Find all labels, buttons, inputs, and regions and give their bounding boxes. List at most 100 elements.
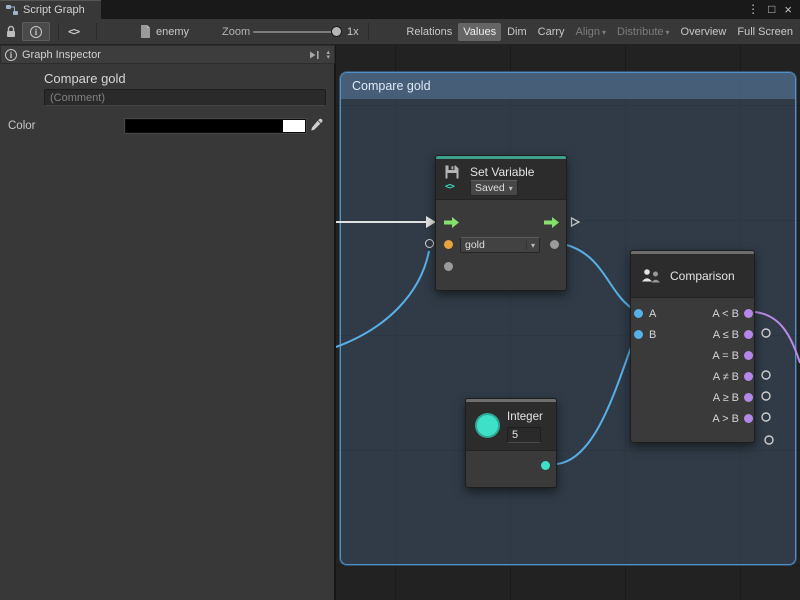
node-title: Comparison [670,269,735,283]
chevron-down-icon: ▾ [666,28,670,37]
output-label: A ≤ B [713,329,739,341]
node-set-variable[interactable]: <> Set Variable Saved ▾ gold ▾ [435,155,567,291]
color-field-label: Color [8,120,35,132]
comparison-header: Comparison [631,254,754,298]
script-graph-icon [6,4,18,16]
values-button[interactable]: Values [458,23,501,41]
script-asset-icon [140,25,151,38]
output-greater-port[interactable] [744,414,753,423]
comparison-row: A ≥ B [631,387,756,408]
comment-input[interactable] [44,89,326,106]
output-label: A < B [712,308,739,320]
distribute-dropdown[interactable]: Distribute▾ [612,23,674,41]
group-title: Compare gold [352,79,431,93]
comparison-row: B A ≤ B [631,324,756,345]
node-title: Integer [507,411,543,423]
graph-name: enemy [156,26,189,38]
color-alpha-segment [283,120,305,132]
script-graph-window: Script Graph ⋮ □ × i <> enemy Zoom 1x [0,0,800,600]
maximize-icon[interactable]: □ [768,0,775,19]
zoom-slider-knob[interactable] [331,26,342,37]
chevron-down-icon: ▾ [509,184,513,193]
inspector-header-title: Graph Inspector [22,49,101,61]
set-variable-header: <> Set Variable Saved ▾ [436,159,566,200]
inspected-graph-title: Compare gold [44,71,126,86]
spin-down-icon: ▾ [326,55,330,60]
color-swatch[interactable] [125,119,306,133]
unconnected-flow-triangle[interactable] [569,216,581,228]
separator [58,23,59,40]
graph-inspector-panel: i Graph Inspector ▴ ▾ Compare gold Color [0,45,335,600]
code-icon: <> [68,25,79,38]
zoom-label: Zoom [222,19,250,44]
node-comparison[interactable]: Comparison A A < B B A ≤ B A = B A ≠ B [630,250,755,443]
carry-button[interactable]: Carry [533,23,570,41]
variable-output-port[interactable] [550,240,559,249]
overview-button[interactable]: Overview [676,23,732,41]
variable-scope-dropdown[interactable]: Saved ▾ [470,180,518,196]
input-b-port[interactable] [634,330,643,339]
eyedropper-icon[interactable] [309,117,325,133]
graph-toolbar: i <> enemy Zoom 1x Relations Values Dim … [0,19,800,45]
group-header[interactable]: Compare gold [341,73,795,99]
align-dropdown[interactable]: Align▾ [571,23,611,41]
variable-code-icon: <> [445,182,454,192]
graph-canvas[interactable]: Compare gold [336,45,800,600]
separator [96,23,97,40]
chevron-down-icon: ▾ [602,28,606,37]
lock-icon[interactable] [5,19,17,44]
variable-name-dropdown[interactable]: gold ▾ [460,237,540,253]
integer-header: Integer [466,402,556,451]
variable-name-port[interactable] [444,240,453,249]
tab-title: Script Graph [23,4,85,16]
graph-breadcrumb[interactable]: enemy [140,19,189,44]
input-a-port[interactable] [634,309,643,318]
output-less-port[interactable] [744,309,753,318]
relations-button[interactable]: Relations [401,23,457,41]
inspector-toggle-button[interactable]: i [22,22,50,41]
info-icon: i [30,26,42,38]
save-icon [444,164,460,180]
input-label: A [649,308,656,320]
output-less-equal-port[interactable] [744,330,753,339]
toolbar-toggles: Relations Values Dim Carry Align▾ Distri… [401,19,798,44]
dock-panel-icon[interactable] [309,50,320,60]
node-title: Set Variable [470,165,534,179]
value-input-port[interactable] [444,262,453,271]
flow-output-port[interactable] [544,217,559,228]
integer-output-port[interactable] [541,461,550,470]
close-icon[interactable]: × [784,0,792,19]
graph-inspector-header[interactable]: i Graph Inspector ▴ ▾ [0,45,335,64]
fullscreen-button[interactable]: Full Screen [732,23,798,41]
unconnected-input-ring[interactable] [425,239,434,248]
flow-input-port[interactable] [444,217,459,228]
comparison-row: A = B [631,345,756,366]
output-label: A = B [712,350,739,362]
tab-script-graph[interactable]: Script Graph [0,0,101,19]
output-greater-equal-port[interactable] [744,393,753,402]
comparison-row: A A < B [631,303,756,324]
panel-resize-spinner[interactable]: ▴ ▾ [326,50,330,60]
output-label: A ≠ B [713,371,739,383]
dim-button[interactable]: Dim [502,23,532,41]
zoom-value: 1x [347,19,359,44]
comparison-row: A > B [631,408,756,429]
zoom-slider[interactable] [253,31,341,33]
comparison-icon [641,268,662,284]
output-not-equal-port[interactable] [744,372,753,381]
comparison-row: A ≠ B [631,366,756,387]
node-integer[interactable]: Integer [465,398,557,488]
output-label: A ≥ B [713,392,739,404]
window-controls: ⋮ □ × [747,0,800,19]
chevron-down-icon: ▾ [526,241,535,250]
separator [368,23,369,40]
integer-type-icon [475,413,500,438]
edit-code-button[interactable]: <> [68,19,79,44]
titlebar: Script Graph ⋮ □ × [0,0,800,19]
output-equal-port[interactable] [744,351,753,360]
output-label: A > B [712,413,739,425]
tab-menu-icon[interactable]: ⋮ [747,0,759,19]
input-label: B [649,329,656,341]
info-icon: i [5,49,17,61]
integer-value-input[interactable] [507,427,541,443]
